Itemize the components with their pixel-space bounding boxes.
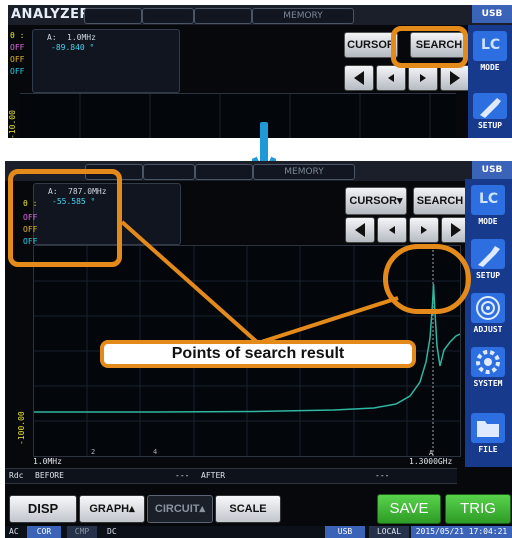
search-result-callout: Points of search result (100, 340, 416, 368)
callout-connectors (120, 220, 399, 345)
